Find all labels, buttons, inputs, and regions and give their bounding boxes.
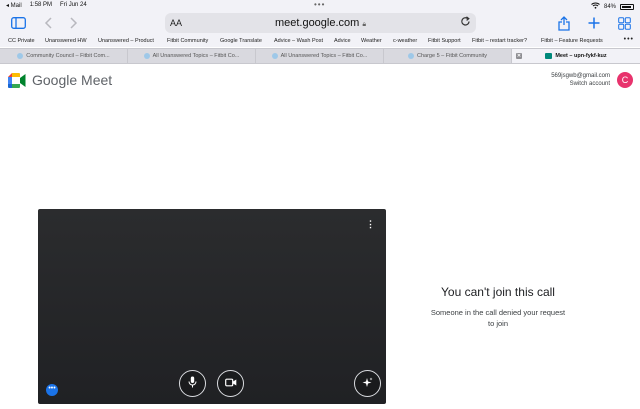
tab-google-meet[interactable]: ✕ Meet – upn-fykf-kuz (512, 49, 640, 63)
forward-icon[interactable] (66, 15, 82, 31)
favorites-bar: CC Private Unanswered HW Unanswered – Pr… (0, 35, 640, 47)
multitasking-dots[interactable]: ••• (314, 0, 325, 9)
lock-icon: 🔒︎ (362, 21, 367, 28)
favorite-google-translate[interactable]: Google Translate (220, 38, 262, 44)
tab-title: Meet – upn-fykf-kuz (555, 53, 607, 59)
tab-bar: Community Council – Fitbit Com... All Un… (0, 48, 640, 64)
tab-community-council[interactable]: Community Council – Fitbit Com... (0, 49, 128, 63)
avatar[interactable]: C (617, 72, 633, 88)
tab-unanswered-topics-2[interactable]: All Unanswered Topics – Fitbit Co... (256, 49, 384, 63)
tab-title: Charge 5 – Fitbit Community (417, 53, 487, 59)
switch-account-link[interactable]: Switch account (551, 80, 610, 88)
share-icon[interactable] (556, 15, 572, 31)
tab-charge-5[interactable]: Charge 5 – Fitbit Community (384, 49, 512, 63)
join-status-panel: You can't join this call Someone in the … (400, 285, 596, 329)
status-bar: ◂ Mail 1:58 PM Fri Jun 24 ••• 84% (0, 0, 640, 11)
account-info[interactable]: 569jsgwb@gmail.com Switch account (551, 72, 610, 88)
video-menu-icon[interactable]: ⋮ (366, 219, 375, 230)
camera-button[interactable] (217, 370, 244, 397)
visual-effects-button[interactable] (354, 370, 381, 397)
more-options-button[interactable]: ••• (46, 384, 58, 396)
favorite-advice[interactable]: Advice (334, 38, 351, 44)
favorite-advice-wash-post[interactable]: Advice – Wash Post (274, 38, 323, 44)
favorite-unanswered-hw[interactable]: Unanswered HW (45, 38, 87, 44)
sparkle-icon (362, 377, 373, 391)
tab-title: All Unanswered Topics – Fitbit Co... (280, 53, 368, 59)
microphone-icon (188, 376, 197, 391)
favorite-cc-private[interactable]: CC Private (8, 38, 35, 44)
join-denied-title: You can't join this call (441, 285, 555, 299)
fitbit-favicon-icon (408, 53, 414, 59)
favorite-unanswered-product[interactable]: Unanswered – Product (98, 38, 154, 44)
url-text[interactable]: meet.google.com 🔒︎ (165, 17, 476, 29)
back-to-mail-link[interactable]: ◂ Mail (6, 2, 22, 9)
fitbit-favicon-icon (143, 53, 150, 59)
new-tab-icon[interactable] (586, 15, 602, 31)
reload-icon[interactable] (460, 16, 471, 30)
favorite-fitbit-restart-tracker[interactable]: Fitbit – restart tracker? (472, 38, 527, 44)
address-bar[interactable]: AA meet.google.com 🔒︎ (165, 13, 476, 33)
wifi-icon (591, 2, 600, 11)
tab-overview-icon[interactable] (616, 15, 632, 31)
favorite-c-weather[interactable]: c-weather (393, 38, 417, 44)
meet-logo-icon (8, 72, 26, 88)
status-time: 1:58 PM (29, 2, 53, 8)
tab-title: All Unanswered Topics – Fitbit Co... (152, 53, 240, 59)
meet-logo-text: Google Meet (32, 72, 113, 88)
status-date: Fri Jun 24 (60, 2, 87, 8)
meet-favicon-icon (545, 53, 553, 59)
favorites-more-button[interactable]: ••• (624, 36, 634, 43)
favorite-fitbit-community[interactable]: Fitbit Community (167, 38, 208, 44)
favorite-weather[interactable]: Weather (361, 38, 382, 44)
video-preview: ⋮ ••• (38, 209, 386, 404)
tab-title: Community Council – Fitbit Com... (26, 53, 110, 59)
fitbit-favicon-icon (271, 53, 278, 59)
account-email: 569jsgwb@gmail.com (551, 73, 610, 79)
microphone-button[interactable] (179, 370, 206, 397)
join-denied-description: Someone in the call denied your request … (430, 308, 566, 328)
google-meet-logo[interactable]: Google Meet (8, 72, 112, 88)
favorite-fitbit-feature-requests[interactable]: Fitbit – Feature Requests (541, 38, 603, 44)
fitbit-favicon-icon (17, 53, 24, 59)
tab-unanswered-topics-1[interactable]: All Unanswered Topics – Fitbit Co... (128, 49, 256, 63)
back-icon[interactable] (40, 15, 56, 31)
close-tab-icon[interactable]: ✕ (516, 53, 522, 59)
browser-toolbar: AA meet.google.com 🔒︎ (0, 11, 640, 35)
camera-icon (224, 378, 237, 390)
battery-percent: 84% (603, 3, 616, 10)
sidebar-icon[interactable] (10, 15, 26, 31)
favorite-fitbit-support[interactable]: Fitbit Support (428, 38, 461, 44)
battery-icon (620, 3, 634, 10)
